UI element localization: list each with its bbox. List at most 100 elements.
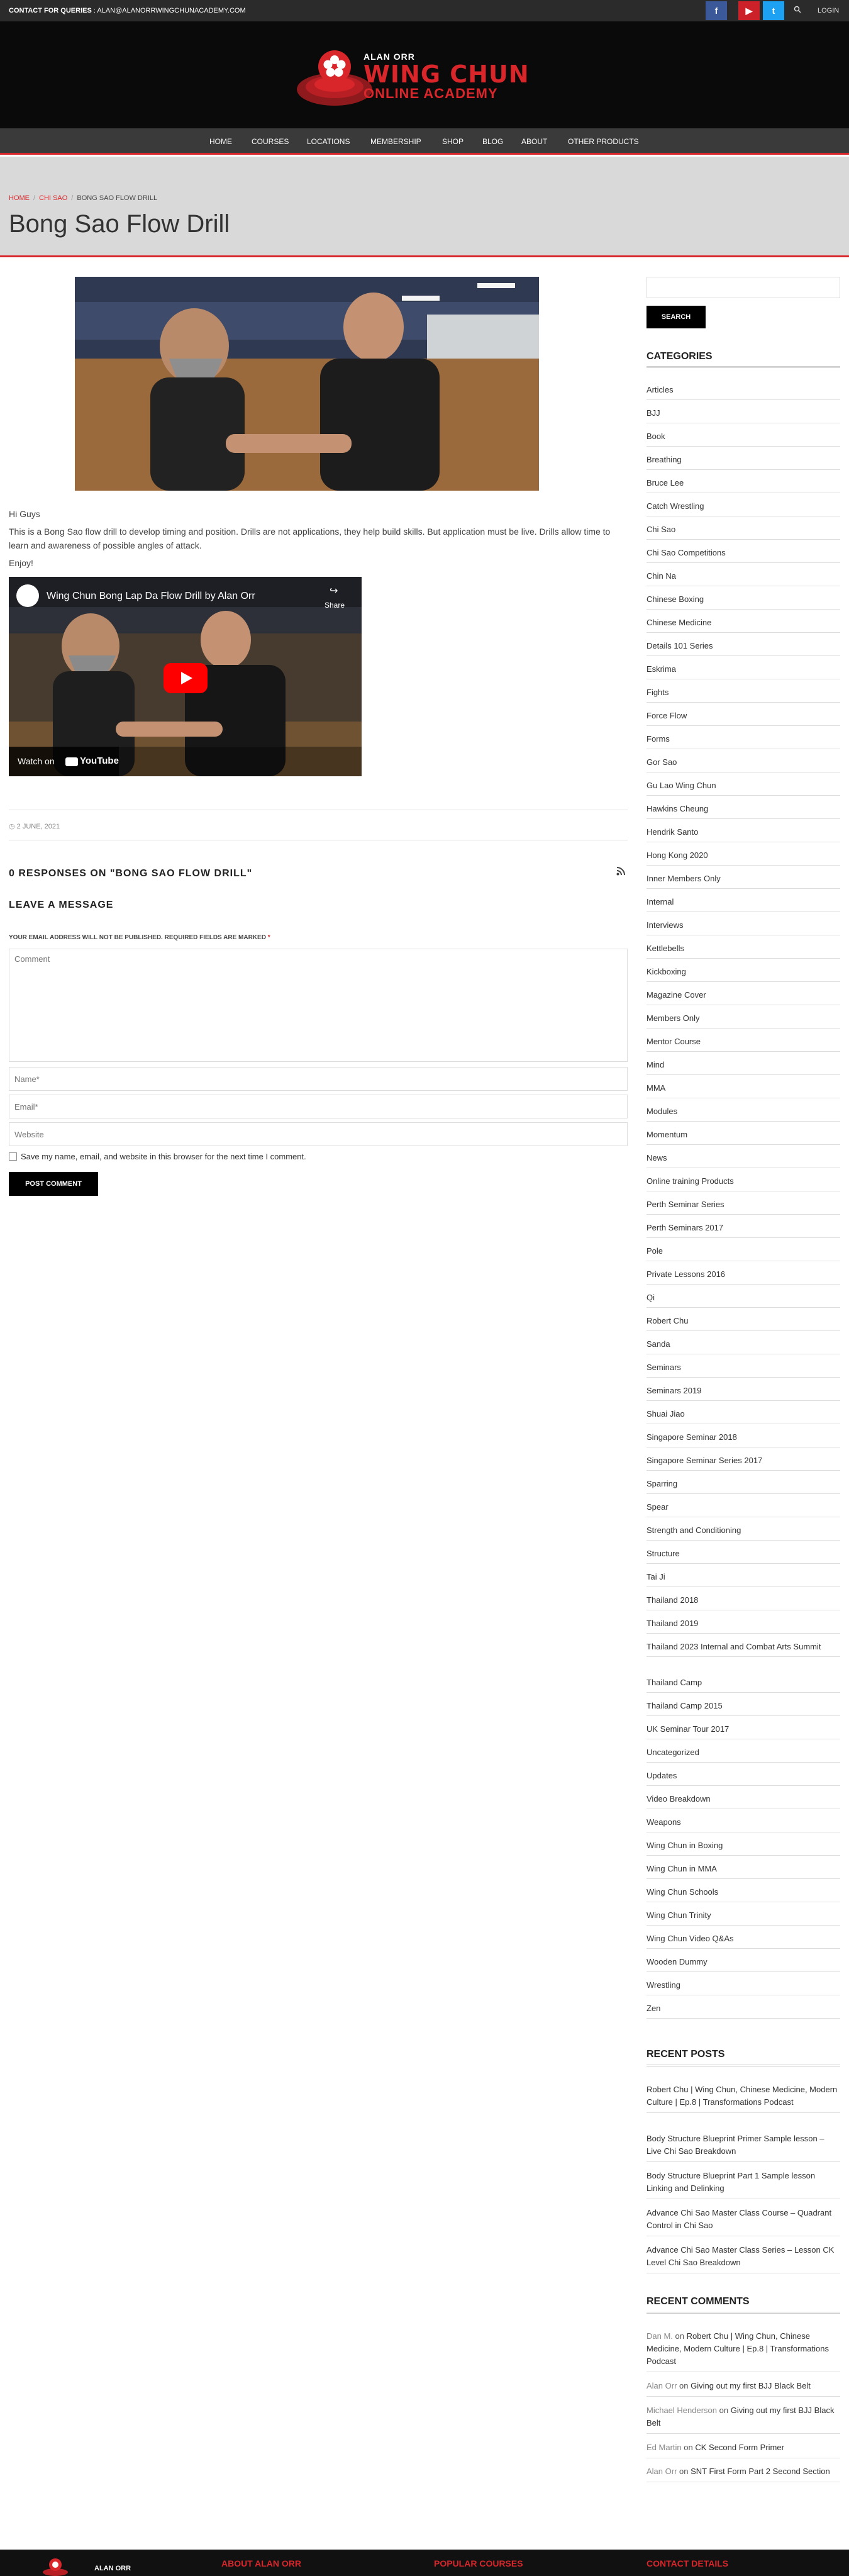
- category-link[interactable]: Chin Na: [646, 571, 840, 586]
- name-field[interactable]: [9, 1067, 628, 1091]
- comment-post-link[interactable]: Giving out my first BJJ Black Belt: [691, 2381, 811, 2390]
- category-link[interactable]: Online training Products: [646, 1176, 840, 1191]
- recent-post-link[interactable]: Advance Chi Sao Master Class Course – Qu…: [646, 2207, 840, 2236]
- sidebar-search-button[interactable]: SEARCH: [646, 306, 706, 328]
- category-link[interactable]: Thailand 2023 Internal and Combat Arts S…: [646, 1642, 840, 1657]
- comment-textarea[interactable]: [9, 949, 628, 1062]
- category-link[interactable]: Singapore Seminar 2018: [646, 1432, 840, 1447]
- share-icon[interactable]: ↪: [330, 584, 338, 597]
- category-link[interactable]: Updates: [646, 1771, 840, 1786]
- category-link[interactable]: Seminars: [646, 1363, 840, 1378]
- category-link[interactable]: Hendrik Santo: [646, 827, 840, 842]
- post-comment-button[interactable]: POST COMMENT: [9, 1172, 98, 1196]
- academy-logo-icon[interactable]: [294, 36, 375, 117]
- youtube-play-button[interactable]: [164, 663, 208, 693]
- recent-post-link[interactable]: Robert Chu | Wing Chun, Chinese Medicine…: [646, 2083, 840, 2113]
- category-link[interactable]: Sparring: [646, 1479, 840, 1494]
- category-link[interactable]: Thailand Camp 2015: [646, 1701, 840, 1716]
- category-link[interactable]: Strength and Conditioning: [646, 1525, 840, 1541]
- category-link[interactable]: Bruce Lee: [646, 478, 840, 493]
- nav-item-membership[interactable]: MEMBERSHIP: [370, 137, 421, 146]
- category-link[interactable]: Internal: [646, 897, 840, 912]
- category-link[interactable]: Sanda: [646, 1339, 840, 1354]
- category-link[interactable]: Kickboxing: [646, 967, 840, 982]
- share-label[interactable]: Share: [325, 601, 345, 610]
- category-link[interactable]: Wing Chun Schools: [646, 1887, 840, 1902]
- category-link[interactable]: Gu Lao Wing Chun: [646, 781, 840, 796]
- category-link[interactable]: Magazine Cover: [646, 990, 840, 1005]
- website-field[interactable]: [9, 1122, 628, 1146]
- category-link[interactable]: Wing Chun in MMA: [646, 1864, 840, 1879]
- watch-on-youtube-bar[interactable]: Watch on YouTube: [9, 747, 119, 776]
- category-link[interactable]: MMA: [646, 1083, 840, 1098]
- category-link[interactable]: Chi Sao: [646, 525, 840, 540]
- category-link[interactable]: Robert Chu: [646, 1316, 840, 1331]
- youtube-icon[interactable]: ▶: [738, 1, 760, 20]
- category-link[interactable]: Thailand 2019: [646, 1619, 840, 1634]
- category-link[interactable]: Seminars 2019: [646, 1386, 840, 1401]
- category-link[interactable]: Wing Chun in Boxing: [646, 1841, 840, 1856]
- category-link[interactable]: Chinese Medicine: [646, 618, 840, 633]
- search-icon[interactable]: [794, 6, 801, 15]
- category-link[interactable]: Book: [646, 432, 840, 447]
- logo-wordmark[interactable]: ALAN ORR WING CHUN ONLINE ACADEMY: [363, 52, 530, 101]
- login-link[interactable]: LOGIN: [818, 7, 839, 14]
- category-link[interactable]: Wing Chun Video Q&As: [646, 1934, 840, 1949]
- category-link[interactable]: Catch Wrestling: [646, 501, 840, 516]
- category-link[interactable]: Qi: [646, 1293, 840, 1308]
- category-link[interactable]: Wing Chun Trinity: [646, 1910, 840, 1926]
- category-link[interactable]: Inner Members Only: [646, 874, 840, 889]
- video-embed[interactable]: Wing Chun Bong Lap Da Flow Drill by Alan…: [9, 577, 362, 776]
- category-link[interactable]: Private Lessons 2016: [646, 1269, 840, 1285]
- comment-post-link[interactable]: SNT First Form Part 2 Second Section: [691, 2467, 830, 2476]
- category-link[interactable]: Chinese Boxing: [646, 594, 840, 610]
- comment-post-link[interactable]: CK Second Form Primer: [695, 2443, 784, 2452]
- sidebar-search-input[interactable]: [646, 277, 840, 298]
- category-link[interactable]: Eskrima: [646, 664, 840, 679]
- category-link[interactable]: Articles: [646, 385, 840, 400]
- nav-item-home[interactable]: HOME: [209, 137, 232, 146]
- nav-item-shop[interactable]: SHOP: [442, 137, 463, 146]
- category-link[interactable]: Chi Sao Competitions: [646, 548, 840, 563]
- category-link[interactable]: Shuai Jiao: [646, 1409, 840, 1424]
- comment-post-link[interactable]: Robert Chu | Wing Chun, Chinese Medicine…: [646, 2331, 829, 2366]
- category-link[interactable]: Video Breakdown: [646, 1794, 840, 1809]
- category-link[interactable]: Modules: [646, 1107, 840, 1122]
- category-link[interactable]: Tai Ji: [646, 1572, 840, 1587]
- category-link[interactable]: Mentor Course: [646, 1037, 840, 1052]
- save-info-checkbox[interactable]: [9, 1152, 17, 1161]
- category-link[interactable]: Interviews: [646, 920, 840, 935]
- category-link[interactable]: Thailand 2018: [646, 1595, 840, 1610]
- category-link[interactable]: Wooden Dummy: [646, 1957, 840, 1972]
- category-link[interactable]: Perth Seminars 2017: [646, 1223, 840, 1238]
- channel-avatar[interactable]: [16, 584, 39, 607]
- category-link[interactable]: Members Only: [646, 1013, 840, 1029]
- breadcrumb-home[interactable]: HOME: [9, 194, 30, 202]
- nav-item-other-products[interactable]: OTHER PRODUCTS: [568, 137, 639, 146]
- recent-post-link[interactable]: Body Structure Blueprint Part 1 Sample l…: [646, 2170, 840, 2199]
- category-link[interactable]: Zen: [646, 2004, 840, 2019]
- email-field[interactable]: [9, 1095, 628, 1118]
- save-info-checkbox-row[interactable]: Save my name, email, and website in this…: [9, 1152, 306, 1161]
- category-link[interactable]: News: [646, 1153, 840, 1168]
- category-link[interactable]: Force Flow: [646, 711, 840, 726]
- category-link[interactable]: Perth Seminar Series: [646, 1200, 840, 1215]
- category-link[interactable]: Structure: [646, 1549, 840, 1564]
- category-link[interactable]: Pole: [646, 1246, 840, 1261]
- category-link[interactable]: Singapore Seminar Series 2017: [646, 1456, 840, 1471]
- twitter-icon[interactable]: t: [763, 1, 784, 20]
- facebook-icon[interactable]: f: [706, 1, 727, 20]
- category-link[interactable]: Hawkins Cheung: [646, 804, 840, 819]
- category-link[interactable]: Uncategorized: [646, 1748, 840, 1763]
- category-link[interactable]: Breathing: [646, 455, 840, 470]
- category-link[interactable]: Mind: [646, 1060, 840, 1075]
- category-link[interactable]: Spear: [646, 1502, 840, 1517]
- breadcrumb-category[interactable]: CHI SAO: [39, 194, 67, 202]
- category-link[interactable]: Wrestling: [646, 1980, 840, 1995]
- nav-item-locations[interactable]: LOCATIONS: [307, 137, 350, 146]
- category-link[interactable]: Fights: [646, 688, 840, 703]
- video-title[interactable]: Wing Chun Bong Lap Da Flow Drill by Alan…: [47, 591, 255, 602]
- category-link[interactable]: UK Seminar Tour 2017: [646, 1724, 840, 1739]
- category-link[interactable]: Details 101 Series: [646, 641, 840, 656]
- rss-icon[interactable]: [616, 867, 625, 878]
